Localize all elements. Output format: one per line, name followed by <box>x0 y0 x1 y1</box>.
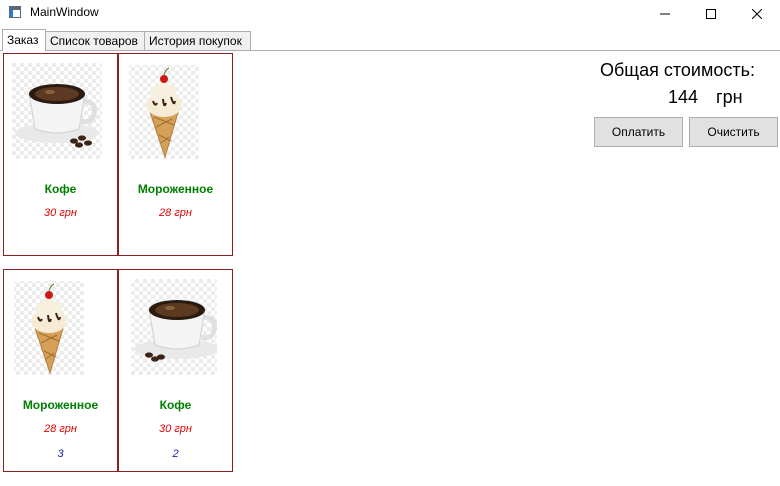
minimize-button[interactable] <box>642 0 688 28</box>
order-item-ice-cream[interactable]: Мороженное 28 грн 3 <box>3 269 118 472</box>
order-item-quantity: 2 <box>172 448 179 460</box>
coffee-cup-image <box>131 279 217 375</box>
pay-button[interactable]: Оплатить <box>594 117 683 147</box>
app-icon <box>9 6 21 18</box>
order-item-coffee[interactable]: Кофе 30 грн 2 <box>118 269 233 472</box>
order-item-name: Мороженное <box>22 398 99 412</box>
total-cost-value: 144 <box>668 87 699 107</box>
product-name: Мороженное <box>137 182 214 196</box>
ice-cream-cone-image <box>14 281 84 375</box>
maximize-button[interactable] <box>688 0 734 28</box>
product-name: Кофе <box>44 182 77 196</box>
total-cost-currency: грн <box>716 87 743 107</box>
order-item-price: 28 грн <box>44 423 77 435</box>
close-icon <box>752 9 762 19</box>
window-title: MainWindow <box>30 5 99 19</box>
product-price: 28 грн <box>159 207 192 219</box>
tab-purchase-history[interactable]: История покупок <box>144 31 251 50</box>
product-card-coffee[interactable]: Кофе 30 грн <box>3 53 118 256</box>
tab-order[interactable]: Заказ <box>2 29 46 51</box>
order-item-quantity: 3 <box>57 448 64 460</box>
order-item-price: 30 грн <box>159 423 192 435</box>
maximize-icon <box>706 9 716 19</box>
tab-product-list[interactable]: Список товаров <box>45 31 145 50</box>
product-price: 30 грн <box>44 207 77 219</box>
ice-cream-cone-image <box>129 65 199 159</box>
title-bar: MainWindow <box>0 0 780 28</box>
minimize-icon <box>660 13 670 15</box>
close-button[interactable] <box>734 0 780 28</box>
total-cost-label: Общая стоимость: <box>600 60 755 80</box>
coffee-cup-image <box>12 63 102 159</box>
product-card-ice-cream[interactable]: Мороженное 28 грн <box>118 53 233 256</box>
tab-strip-border <box>0 50 780 51</box>
clear-button[interactable]: Очистить <box>689 117 778 147</box>
order-item-name: Кофе <box>159 398 192 412</box>
